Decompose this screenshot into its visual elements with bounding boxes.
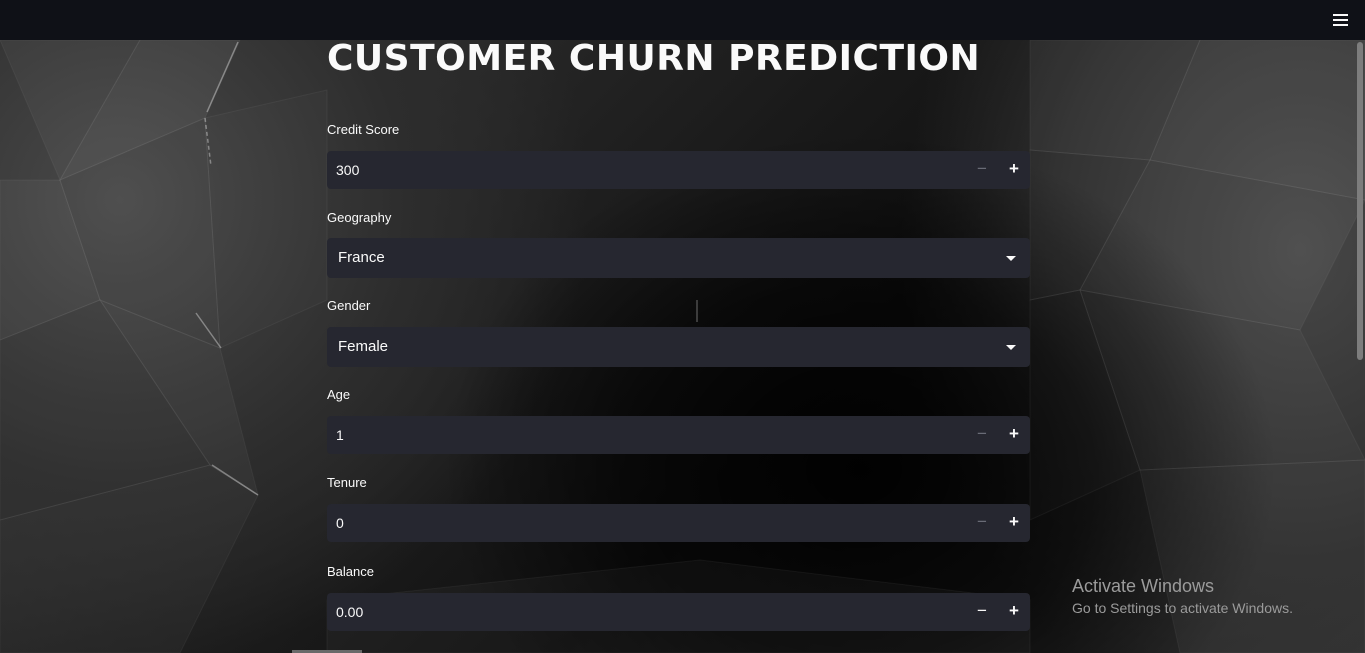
gender-selected-value: Female — [338, 338, 389, 355]
credit-score-label: Credit Score — [327, 122, 400, 137]
credit-score-value[interactable]: 300 — [336, 151, 359, 189]
age-label: Age — [327, 387, 351, 402]
age-decrement-button[interactable]: − — [966, 416, 998, 454]
credit-score-decrement-button[interactable]: − — [966, 151, 998, 189]
tenure-input[interactable]: 0 − + — [327, 504, 1030, 542]
gender-select[interactable]: Female — [327, 327, 1030, 367]
top-header-bar — [0, 0, 1365, 40]
tenure-increment-button[interactable]: + — [998, 504, 1030, 542]
watermark-title: Activate Windows — [1072, 576, 1215, 596]
balance-value[interactable]: 0.00 — [336, 593, 363, 631]
balance-field: Balance 0.00 − + — [327, 562, 1030, 631]
app-background: CUSTOMER CHURN PREDICTION Credit Score 3… — [0, 0, 1365, 653]
geography-label: Geography — [327, 210, 392, 225]
hamburger-menu-icon[interactable] — [1331, 10, 1351, 30]
credit-score-increment-button[interactable]: + — [998, 151, 1030, 189]
windows-activation-watermark: Activate Windows Go to Settings to activ… — [1072, 574, 1293, 618]
balance-input[interactable]: 0.00 − + — [327, 593, 1030, 631]
gender-label: Gender — [327, 298, 371, 313]
chevron-down-icon[interactable] — [1006, 256, 1016, 261]
credit-score-input[interactable]: 300 − + — [327, 151, 1030, 189]
page-title: CUSTOMER CHURN PREDICTION — [327, 38, 981, 79]
vertical-scrollbar[interactable] — [1357, 42, 1363, 360]
watermark-subtitle: Go to Settings to activate Windows. — [1072, 600, 1293, 616]
balance-decrement-button[interactable]: − — [966, 593, 998, 631]
age-value[interactable]: 1 — [336, 416, 344, 454]
geography-field: Geography France — [327, 208, 1030, 278]
tenure-label: Tenure — [327, 475, 367, 490]
gender-field: Gender Female — [327, 296, 1030, 367]
credit-score-field: Credit Score 300 − + — [327, 120, 1030, 189]
chevron-down-icon[interactable] — [1006, 345, 1016, 350]
balance-label: Balance — [327, 564, 374, 579]
geography-select[interactable]: France — [327, 238, 1030, 278]
main-form: CUSTOMER CHURN PREDICTION Credit Score 3… — [327, 38, 1030, 631]
age-input[interactable]: 1 − + — [327, 416, 1030, 454]
age-field: Age 1 − + — [327, 385, 1030, 454]
tenure-decrement-button[interactable]: − — [966, 504, 998, 542]
tenure-value[interactable]: 0 — [336, 504, 344, 542]
balance-increment-button[interactable]: + — [998, 593, 1030, 631]
geography-selected-value: France — [338, 249, 385, 266]
age-increment-button[interactable]: + — [998, 416, 1030, 454]
tenure-field: Tenure 0 − + — [327, 473, 1030, 542]
